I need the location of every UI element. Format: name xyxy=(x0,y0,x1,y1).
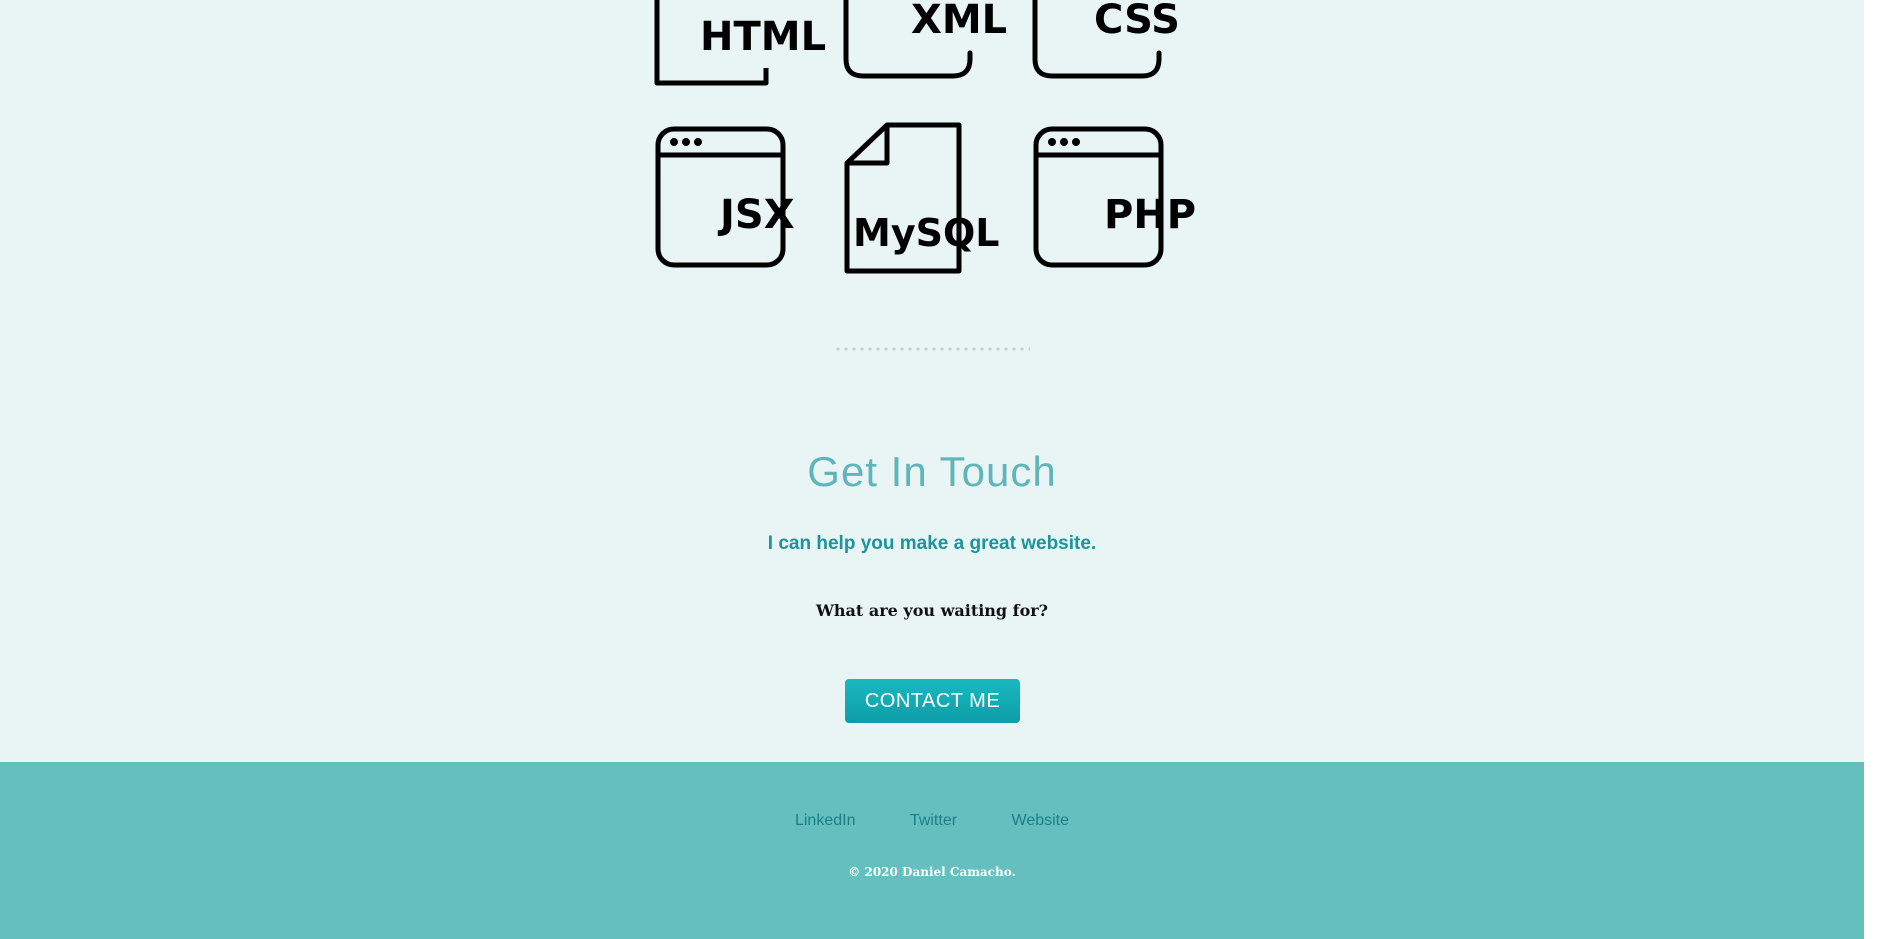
dotted-divider xyxy=(834,347,1030,351)
copyright: © 2020 Daniel Camacho. xyxy=(848,865,1016,879)
scrollbar[interactable] xyxy=(1864,0,1880,939)
mysql-file-icon: MySQL xyxy=(843,122,1003,283)
css-icon-label: CSS xyxy=(1094,0,1180,43)
contact-heading: Get In Touch xyxy=(807,448,1057,495)
skills-and-contact-section: HTML XML CSS JSX MySQL PHP Get In Touch … xyxy=(0,0,1864,762)
xml-browser-icon: XML xyxy=(843,0,1007,83)
twitter-link[interactable]: Twitter xyxy=(910,812,957,830)
html-icon-label: HTML xyxy=(700,14,826,60)
contact-question: What are you waiting for? xyxy=(815,601,1049,620)
footer: LinkedIn Twitter Website © 2020 Daniel C… xyxy=(0,762,1864,939)
linkedin-link[interactable]: LinkedIn xyxy=(795,812,856,830)
contact-subheading: I can help you make a great website. xyxy=(767,533,1097,554)
xml-icon-label: XML xyxy=(911,0,1007,43)
html-file-icon: HTML xyxy=(654,0,826,86)
jsx-icon-label: JSX xyxy=(717,192,795,238)
mysql-icon-label: MySQL xyxy=(853,211,999,255)
php-browser-icon: PHP xyxy=(1032,123,1196,283)
contact-me-button[interactable]: CONTACT ME xyxy=(845,679,1020,723)
page: HTML XML CSS JSX MySQL PHP Get In Touch … xyxy=(0,0,1880,939)
jsx-browser-icon: JSX xyxy=(654,123,814,283)
php-icon-label: PHP xyxy=(1104,192,1196,238)
css-browser-icon: CSS xyxy=(1032,0,1192,83)
website-link[interactable]: Website xyxy=(1012,812,1070,830)
footer-links: LinkedIn Twitter Website xyxy=(0,812,1864,830)
